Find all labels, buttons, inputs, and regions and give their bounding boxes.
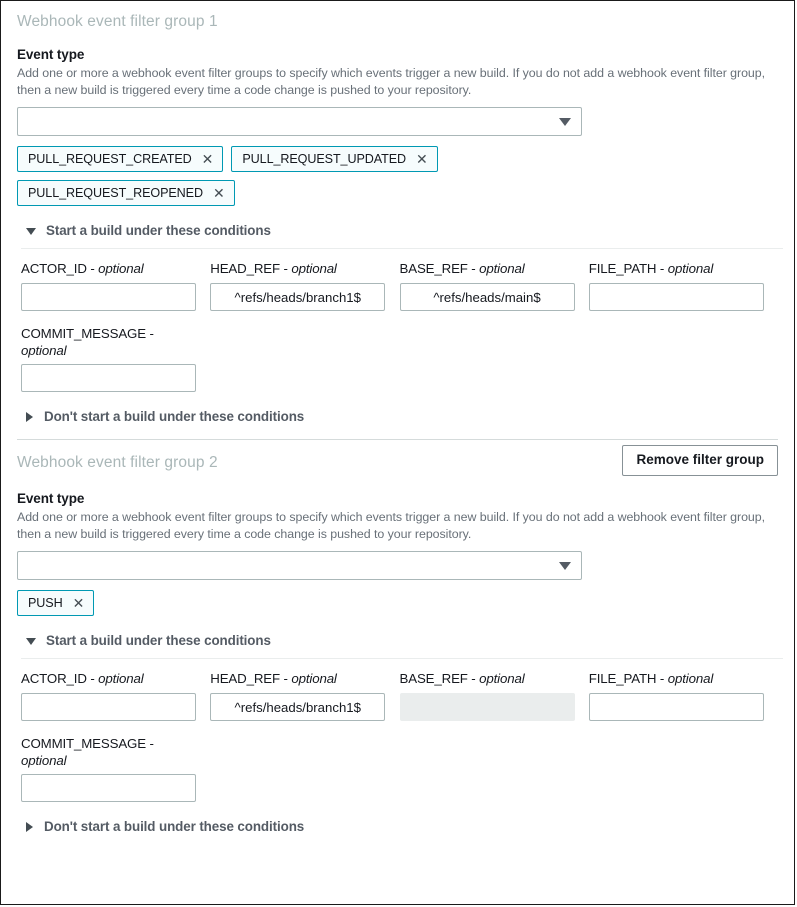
triangle-right-icon: [26, 822, 33, 832]
dont-start-build-conditions-label: Don't start a build under these conditio…: [44, 819, 304, 835]
event-tag-label: PULL_REQUEST_UPDATED: [242, 152, 406, 166]
field-file-path: FILE_PATH - optional: [589, 260, 778, 311]
field-commit-message: COMMIT_MESSAGE - optional: [17, 325, 778, 392]
field-label: ACTOR_ID - optional: [21, 670, 210, 687]
file-path-input[interactable]: [589, 693, 764, 721]
start-build-conditions-toggle[interactable]: Start a build under these conditions: [17, 633, 778, 649]
field-label: BASE_REF - optional: [400, 670, 589, 687]
commit-message-input[interactable]: [21, 774, 196, 802]
start-build-conditions-label: Start a build under these conditions: [46, 223, 271, 239]
close-icon[interactable]: ✕: [416, 152, 428, 166]
close-icon[interactable]: ✕: [213, 186, 225, 200]
actor-id-input[interactable]: [21, 693, 196, 721]
head-ref-input[interactable]: [210, 283, 385, 311]
head-ref-input[interactable]: [210, 693, 385, 721]
chevron-down-icon: [559, 118, 571, 126]
base-ref-input: [400, 693, 575, 721]
group-title: Webhook event filter group 1: [17, 12, 218, 32]
event-tag[interactable]: PUSH ✕: [17, 590, 94, 616]
filter-group-1: Webhook event filter group 1 Event type …: [1, 1, 794, 440]
actor-id-input[interactable]: [21, 283, 196, 311]
event-type-select-row: [17, 107, 778, 136]
base-ref-input[interactable]: [400, 283, 575, 311]
dont-start-build-conditions-toggle[interactable]: Don't start a build under these conditio…: [17, 819, 778, 835]
event-type-label: Event type: [17, 490, 778, 507]
event-tag[interactable]: PULL_REQUEST_REOPENED ✕: [17, 180, 235, 206]
start-build-conditions-toggle[interactable]: Start a build under these conditions: [17, 223, 778, 239]
field-head-ref: HEAD_REF - optional: [210, 260, 399, 311]
event-type-select-row: [17, 551, 778, 580]
start-build-conditions-label: Start a build under these conditions: [46, 633, 271, 649]
close-icon[interactable]: ✕: [73, 596, 85, 610]
field-actor-id: ACTOR_ID - optional: [21, 670, 210, 721]
field-base-ref: BASE_REF - optional: [400, 260, 589, 311]
field-label: COMMIT_MESSAGE - optional: [21, 735, 171, 769]
webhook-filter-groups-panel: Webhook event filter group 1 Event type …: [0, 0, 795, 905]
field-base-ref: BASE_REF - optional: [400, 670, 589, 721]
triangle-right-icon: [26, 412, 33, 422]
field-actor-id: ACTOR_ID - optional: [21, 260, 210, 311]
event-type-tag-list: PULL_REQUEST_CREATED ✕ PULL_REQUEST_UPDA…: [17, 146, 583, 206]
field-commit-message: COMMIT_MESSAGE - optional: [17, 735, 778, 802]
triangle-down-icon: [26, 228, 36, 235]
event-type-description: Add one or more a webhook event filter g…: [17, 65, 778, 98]
event-type-description: Add one or more a webhook event filter g…: [17, 509, 778, 542]
start-conditions-fields: ACTOR_ID - optional HEAD_REF - optional …: [17, 670, 778, 721]
chevron-down-icon: [559, 562, 571, 570]
field-label: ACTOR_ID - optional: [21, 260, 210, 277]
close-icon[interactable]: ✕: [202, 152, 214, 166]
event-tag-label: PULL_REQUEST_CREATED: [28, 152, 192, 166]
field-file-path: FILE_PATH - optional: [589, 670, 778, 721]
event-type-select[interactable]: [17, 107, 582, 136]
field-head-ref: HEAD_REF - optional: [210, 670, 399, 721]
event-type-label: Event type: [17, 46, 778, 63]
event-tag-label: PULL_REQUEST_REOPENED: [28, 186, 203, 200]
event-type-tag-list: PUSH ✕: [17, 590, 583, 616]
event-tag[interactable]: PULL_REQUEST_CREATED ✕: [17, 146, 223, 172]
field-label: HEAD_REF - optional: [210, 670, 399, 687]
triangle-down-icon: [26, 638, 36, 645]
remove-filter-group-button[interactable]: Remove filter group: [622, 445, 778, 476]
group-header: Webhook event filter group 2 Remove filt…: [17, 453, 778, 476]
field-label: HEAD_REF - optional: [210, 260, 399, 277]
group-title: Webhook event filter group 2: [17, 453, 218, 473]
commit-message-input[interactable]: [21, 364, 196, 392]
field-label: FILE_PATH - optional: [589, 670, 778, 687]
section-divider: [21, 658, 783, 659]
field-label: FILE_PATH - optional: [589, 260, 778, 277]
group-header: Webhook event filter group 1: [17, 12, 778, 32]
section-divider: [21, 248, 783, 249]
filter-group-2: Webhook event filter group 2 Remove filt…: [1, 440, 794, 835]
dont-start-build-conditions-toggle[interactable]: Don't start a build under these conditio…: [17, 409, 778, 425]
event-tag[interactable]: PULL_REQUEST_UPDATED ✕: [231, 146, 437, 172]
event-tag-label: PUSH: [28, 596, 63, 610]
start-conditions-fields: ACTOR_ID - optional HEAD_REF - optional …: [17, 260, 778, 311]
event-type-select[interactable]: [17, 551, 582, 580]
file-path-input[interactable]: [589, 283, 764, 311]
field-label: BASE_REF - optional: [400, 260, 589, 277]
dont-start-build-conditions-label: Don't start a build under these conditio…: [44, 409, 304, 425]
field-label: COMMIT_MESSAGE - optional: [21, 325, 171, 359]
